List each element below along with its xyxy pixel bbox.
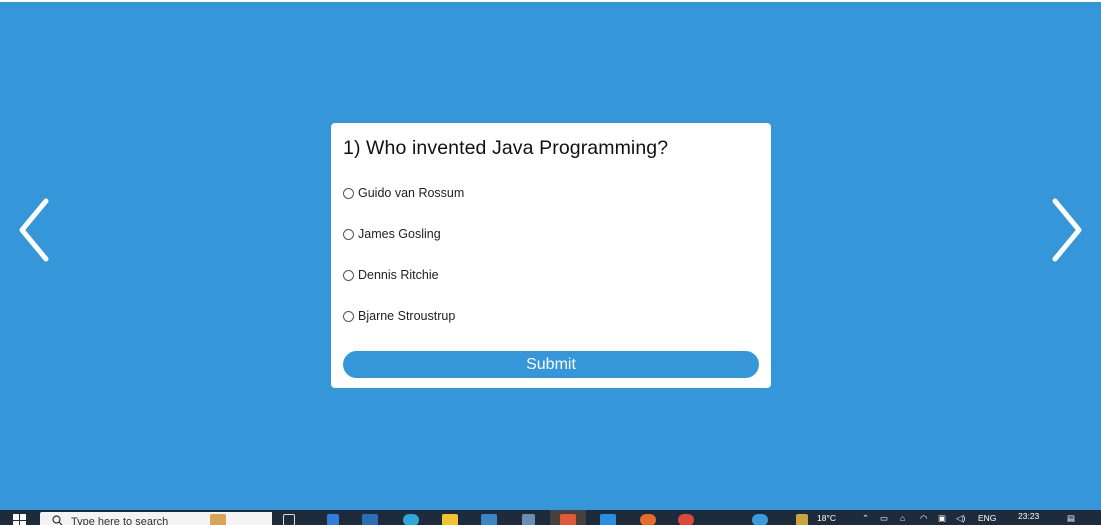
wifi-icon[interactable]: ◠ bbox=[920, 513, 927, 524]
weather-icon bbox=[796, 514, 808, 525]
search-highlight-icon bbox=[210, 514, 226, 525]
answer-option-4[interactable]: Bjarne Stroustrup bbox=[343, 308, 455, 324]
chevron-left-icon bbox=[19, 198, 49, 262]
clock-time[interactable]: 23:23 bbox=[1018, 511, 1039, 521]
store-icon[interactable] bbox=[362, 514, 378, 525]
question-text: 1) Who invented Java Programming? bbox=[343, 137, 669, 159]
task-view-icon[interactable] bbox=[283, 514, 295, 525]
answer-label: Bjarne Stroustrup bbox=[358, 309, 456, 323]
firefox-icon[interactable] bbox=[640, 514, 656, 525]
display-icon[interactable]: ▣ bbox=[938, 513, 946, 524]
radio-button[interactable] bbox=[343, 310, 354, 322]
app-icon[interactable] bbox=[327, 514, 339, 525]
radio-button[interactable] bbox=[343, 228, 354, 240]
answer-option-2[interactable]: James Gosling bbox=[343, 226, 441, 242]
network-icon[interactable]: ⌂ bbox=[900, 513, 905, 523]
radio-button[interactable] bbox=[343, 269, 354, 281]
notification-icon[interactable]: ▤ bbox=[1067, 513, 1075, 524]
radio-button[interactable] bbox=[343, 187, 354, 199]
chevron-right-icon bbox=[1052, 198, 1082, 262]
chevron-up-icon[interactable]: ⌃ bbox=[862, 513, 869, 524]
volume-icon[interactable]: ◁) bbox=[956, 513, 965, 524]
edge-icon[interactable] bbox=[403, 514, 419, 525]
windows-start-icon[interactable] bbox=[13, 514, 27, 525]
taskbar-search-box[interactable]: Type here to search bbox=[40, 512, 272, 525]
previous-slide-button[interactable] bbox=[14, 192, 54, 268]
chrome-icon[interactable] bbox=[678, 514, 694, 525]
quiz-card: 1) Who invented Java Programming? Guido … bbox=[331, 123, 771, 388]
file-explorer-icon[interactable] bbox=[442, 514, 458, 525]
search-icon bbox=[52, 515, 63, 525]
language-indicator[interactable]: ENG bbox=[978, 513, 996, 523]
windows-taskbar: Type here to search 18°C ⌃ ▭ ⌂ ◠ ▣ ◁) EN… bbox=[0, 510, 1101, 525]
search-placeholder: Type here to search bbox=[71, 516, 169, 525]
answer-label: Dennis Ritchie bbox=[358, 268, 439, 282]
calculator-icon[interactable] bbox=[522, 514, 535, 525]
quiz-slider: 1) Who invented Java Programming? Guido … bbox=[0, 2, 1101, 510]
help-icon[interactable] bbox=[752, 514, 768, 525]
answer-option-1[interactable]: Guido van Rossum bbox=[343, 185, 464, 201]
answer-label: Guido van Rossum bbox=[358, 186, 465, 200]
mail-icon[interactable] bbox=[481, 514, 497, 525]
next-slide-button[interactable] bbox=[1047, 192, 1087, 268]
battery-icon[interactable]: ▭ bbox=[880, 513, 888, 524]
answer-label: James Gosling bbox=[358, 227, 441, 241]
brave-browser-icon[interactable] bbox=[560, 514, 576, 525]
vscode-icon[interactable] bbox=[600, 514, 616, 525]
weather-temperature: 18°C bbox=[817, 513, 836, 523]
submit-button[interactable]: Submit bbox=[343, 351, 759, 378]
answer-option-3[interactable]: Dennis Ritchie bbox=[343, 267, 439, 283]
